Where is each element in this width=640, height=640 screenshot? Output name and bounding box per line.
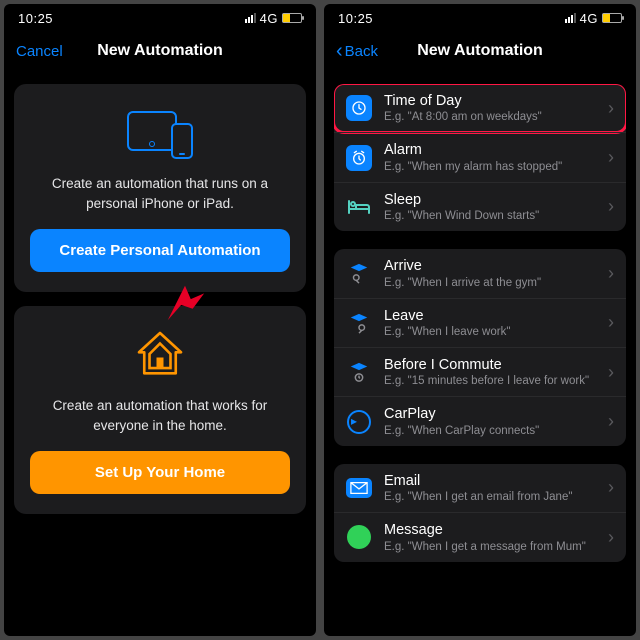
status-right: 4G bbox=[565, 11, 622, 26]
trigger-sub: E.g. "15 minutes before I leave for work… bbox=[384, 375, 596, 387]
trigger-title: Time of Day bbox=[384, 93, 596, 110]
chevron-right-icon: › bbox=[608, 527, 614, 548]
back-button[interactable]: ‹ Back bbox=[336, 41, 378, 61]
trigger-alarm[interactable]: Alarm E.g. "When my alarm has stopped" › bbox=[334, 132, 626, 181]
clock-icon bbox=[346, 95, 372, 121]
carplay-icon bbox=[346, 409, 372, 435]
trigger-sub: E.g. "When I leave work" bbox=[384, 326, 596, 338]
trigger-title: Before I Commute bbox=[384, 357, 596, 374]
battery-icon bbox=[282, 13, 302, 23]
chevron-right-icon: › bbox=[608, 362, 614, 383]
trigger-sleep[interactable]: Sleep E.g. "When Wind Down starts" › bbox=[334, 182, 626, 231]
alarm-icon bbox=[346, 145, 372, 171]
nav-title: New Automation bbox=[417, 42, 543, 60]
status-time: 10:25 bbox=[338, 11, 373, 26]
chevron-right-icon: › bbox=[608, 263, 614, 284]
home-icon bbox=[30, 326, 290, 386]
battery-icon bbox=[602, 13, 622, 23]
content: Create an automation that runs on a pers… bbox=[4, 70, 316, 636]
devices-icon bbox=[30, 104, 290, 164]
trigger-title: Message bbox=[384, 522, 596, 539]
group-time: Time of Day E.g. "At 8:00 am on weekdays… bbox=[334, 84, 626, 231]
trigger-message[interactable]: Message E.g. "When I get a message from … bbox=[334, 512, 626, 561]
trigger-title: Arrive bbox=[384, 258, 596, 275]
home-desc: Create an automation that works for ever… bbox=[30, 396, 290, 435]
trigger-sub: E.g. "When I get an email from Jane" bbox=[384, 491, 596, 503]
signal-icon bbox=[565, 13, 576, 23]
trigger-sub: E.g. "When Wind Down starts" bbox=[384, 210, 596, 222]
phone-left: 10:25 4G Cancel New Automation Create an… bbox=[4, 4, 316, 636]
arrive-icon bbox=[346, 260, 372, 286]
trigger-leave[interactable]: Leave E.g. "When I leave work" › bbox=[334, 298, 626, 347]
trigger-sub: E.g. "When I get a message from Mum" bbox=[384, 541, 596, 553]
nav-bar: Cancel New Automation bbox=[4, 32, 316, 70]
trigger-carplay[interactable]: CarPlay E.g. "When CarPlay connects" › bbox=[334, 396, 626, 445]
message-icon bbox=[346, 524, 372, 550]
trigger-title: Alarm bbox=[384, 142, 596, 159]
trigger-list[interactable]: Time of Day E.g. "At 8:00 am on weekdays… bbox=[324, 70, 636, 636]
trigger-email[interactable]: Email E.g. "When I get an email from Jan… bbox=[334, 464, 626, 512]
status-time: 10:25 bbox=[18, 11, 53, 26]
back-label: Back bbox=[345, 43, 378, 60]
chevron-left-icon: ‹ bbox=[336, 41, 343, 61]
trigger-sub: E.g. "When I arrive at the gym" bbox=[384, 277, 596, 289]
trigger-title: Email bbox=[384, 473, 596, 490]
bed-icon bbox=[346, 194, 372, 220]
personal-desc: Create an automation that runs on a pers… bbox=[30, 174, 290, 213]
chevron-right-icon: › bbox=[608, 196, 614, 217]
chevron-right-icon: › bbox=[608, 477, 614, 498]
chevron-right-icon: › bbox=[608, 312, 614, 333]
create-personal-automation-button[interactable]: Create Personal Automation bbox=[30, 229, 290, 272]
trigger-sub: E.g. "At 8:00 am on weekdays" bbox=[384, 111, 596, 123]
set-up-home-button[interactable]: Set Up Your Home bbox=[30, 451, 290, 494]
trigger-sub: E.g. "When my alarm has stopped" bbox=[384, 161, 596, 173]
status-bar: 10:25 4G bbox=[4, 4, 316, 32]
commute-icon bbox=[346, 359, 372, 385]
personal-card: Create an automation that runs on a pers… bbox=[14, 84, 306, 292]
group-location: Arrive E.g. "When I arrive at the gym" ›… bbox=[334, 249, 626, 446]
trigger-title: Leave bbox=[384, 308, 596, 325]
trigger-before-commute[interactable]: Before I Commute E.g. "15 minutes before… bbox=[334, 347, 626, 396]
trigger-arrive[interactable]: Arrive E.g. "When I arrive at the gym" › bbox=[334, 249, 626, 297]
status-right: 4G bbox=[245, 11, 302, 26]
cancel-button[interactable]: Cancel bbox=[16, 43, 63, 60]
nav-bar: ‹ Back New Automation bbox=[324, 32, 636, 70]
trigger-sub: E.g. "When CarPlay connects" bbox=[384, 425, 596, 437]
nav-title: New Automation bbox=[97, 42, 223, 60]
network-label: 4G bbox=[580, 11, 598, 26]
phone-right: 10:25 4G ‹ Back New Automation Time of D… bbox=[324, 4, 636, 636]
trigger-time-of-day[interactable]: Time of Day E.g. "At 8:00 am on weekdays… bbox=[334, 84, 626, 132]
home-card: Create an automation that works for ever… bbox=[14, 306, 306, 514]
group-comms: Email E.g. "When I get an email from Jan… bbox=[334, 464, 626, 562]
signal-icon bbox=[245, 13, 256, 23]
leave-icon bbox=[346, 310, 372, 336]
trigger-title: CarPlay bbox=[384, 406, 596, 423]
status-bar: 10:25 4G bbox=[324, 4, 636, 32]
trigger-title: Sleep bbox=[384, 192, 596, 209]
chevron-right-icon: › bbox=[608, 98, 614, 119]
chevron-right-icon: › bbox=[608, 147, 614, 168]
network-label: 4G bbox=[260, 11, 278, 26]
chevron-right-icon: › bbox=[608, 411, 614, 432]
mail-icon bbox=[346, 475, 372, 501]
